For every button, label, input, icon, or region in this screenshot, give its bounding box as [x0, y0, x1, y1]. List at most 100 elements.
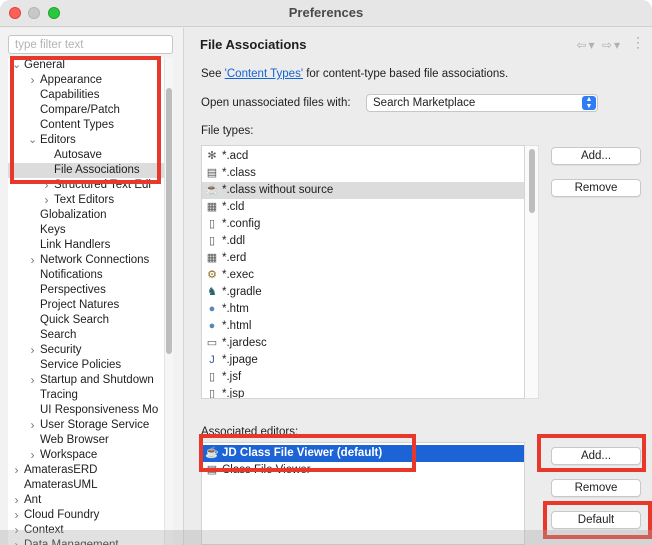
tree-item[interactable]: Perspectives — [8, 283, 164, 298]
tree-item-label: Compare/Patch — [40, 104, 120, 116]
tree-item[interactable]: Link Handlers — [8, 238, 164, 253]
file-types-list: ✻ *.acd ▤ *.class ☕ *.class without source ▦ *.… — [201, 145, 525, 399]
tree-item[interactable]: Search — [8, 328, 164, 343]
tree-item[interactable]: › Startup and Shutdown — [8, 373, 164, 388]
tree-item-label: AmaterasUML — [24, 479, 98, 491]
content-types-link[interactable]: 'Content Types' — [225, 68, 303, 80]
file-type-row[interactable]: ▤ *.class — [202, 165, 524, 182]
tree-item-label: Link Handlers — [40, 239, 111, 251]
file-type-name: *.htm — [222, 303, 249, 315]
content-types-hint: See 'Content Types' for content-type bas… — [201, 68, 508, 80]
tree-item[interactable]: ⌄ Editors — [8, 133, 164, 148]
editor-name: Class File Viewer — [222, 464, 311, 476]
file-type-row[interactable]: ▯ *.config — [202, 216, 524, 233]
file-type-row[interactable]: ▦ *.cld — [202, 199, 524, 216]
tree-item-label: AmaterasERD — [24, 464, 98, 476]
tree-item[interactable]: File Associations — [8, 163, 164, 178]
chevron-right-icon[interactable]: › — [28, 253, 37, 268]
tree-item[interactable]: › Security — [8, 343, 164, 358]
chevron-right-icon[interactable]: › — [28, 73, 37, 88]
file-type-row[interactable]: ▯ *.jsf — [202, 369, 524, 386]
file-type-name: *.cld — [222, 201, 245, 213]
remove-editor-button[interactable]: Remove — [551, 479, 641, 497]
java-page-icon: J — [209, 354, 215, 366]
file-type-name: *.acd — [222, 150, 249, 162]
tree-item[interactable]: Autosave — [8, 148, 164, 163]
text-file-icon: ▯ — [208, 388, 216, 399]
more-options-icon[interactable]: · · · — [636, 31, 640, 53]
file-type-row[interactable]: J *.jpage — [202, 352, 524, 369]
tree-item[interactable]: Compare/Patch — [8, 103, 164, 118]
file-type-row[interactable]: ▯ *.jsp — [202, 386, 524, 399]
tree-item[interactable]: Globalization — [8, 208, 164, 223]
tree-item[interactable]: Keys — [8, 223, 164, 238]
back-forward-icon[interactable]: ⇦▾ ⇨▾ — [577, 38, 623, 52]
file-type-row[interactable]: ▦ *.erd — [202, 250, 524, 267]
tree-item[interactable]: › Text Editors — [8, 193, 164, 208]
file-type-row[interactable]: ✻ *.acd — [202, 148, 524, 165]
tree-item[interactable]: Tracing — [8, 388, 164, 403]
file-types-scrollbar[interactable] — [525, 145, 539, 399]
tree-item[interactable]: › Ant — [8, 493, 164, 508]
tree-item[interactable]: Project Natures — [8, 298, 164, 313]
chevron-right-icon[interactable]: › — [12, 493, 21, 508]
chevron-right-icon[interactable]: › — [42, 178, 51, 193]
tree-item[interactable]: › Cloud Foundry — [8, 508, 164, 523]
elephant-icon: ♞ — [207, 286, 217, 298]
default-editor-button[interactable]: Default — [551, 511, 641, 529]
tree-scrollbar-thumb[interactable] — [166, 88, 172, 354]
file-type-row[interactable]: ● *.html — [202, 318, 524, 335]
file-type-row[interactable]: ⚙ *.exec — [202, 267, 524, 284]
file-type-name: *.jsf — [222, 371, 242, 383]
editor-row[interactable]: ☕ JD Class File Viewer (default) — [202, 445, 524, 462]
tree-item[interactable]: Web Browser — [8, 433, 164, 448]
tree-item[interactable]: Content Types — [8, 118, 164, 133]
tree-item[interactable]: › Network Connections — [8, 253, 164, 268]
add-editor-button[interactable]: Add... — [551, 447, 641, 465]
chevron-down-icon[interactable]: ⌄ — [12, 58, 21, 73]
file-type-row[interactable]: ▯ *.ddl — [202, 233, 524, 250]
tree-item[interactable]: › AmaterasERD — [8, 463, 164, 478]
updown-chevron-icon[interactable]: ▲ ▼ — [582, 96, 596, 110]
editor-row[interactable]: ▤ Class File Viewer — [202, 462, 524, 479]
tree-item[interactable]: AmaterasUML — [8, 478, 164, 493]
tree-item[interactable]: › User Storage Service — [8, 418, 164, 433]
tree-item-label: Security — [40, 344, 82, 356]
tree-item-label: Autosave — [54, 149, 102, 161]
file-type-row[interactable]: ♞ *.gradle — [202, 284, 524, 301]
chevron-right-icon[interactable]: › — [28, 448, 37, 463]
tree-item[interactable]: Capabilities — [8, 88, 164, 103]
remove-file-type-button[interactable]: Remove — [551, 179, 641, 197]
chevron-right-icon[interactable]: › — [12, 508, 21, 523]
chevron-right-icon[interactable]: › — [28, 343, 37, 358]
coffee-cup-icon: ☕ — [205, 184, 219, 196]
chevron-right-icon[interactable]: › — [12, 463, 21, 478]
file-type-row[interactable]: ● *.htm — [202, 301, 524, 318]
tree-item[interactable]: ⌄ General — [8, 58, 164, 73]
tree-item[interactable]: UI Responsiveness Mo — [8, 403, 164, 418]
file-type-name: *.ddl — [222, 235, 246, 247]
file-type-row[interactable]: ▭ *.jardesc — [202, 335, 524, 352]
tree-scrollbar[interactable] — [164, 58, 173, 545]
add-file-type-button[interactable]: Add... — [551, 147, 641, 165]
open-unassociated-select[interactable]: Search Marketplace ▲ ▼ — [366, 94, 598, 112]
filter-input[interactable] — [8, 35, 173, 54]
file-type-row[interactable]: ☕ *.class without source — [202, 182, 524, 199]
tree-item[interactable]: Service Policies — [8, 358, 164, 373]
tree-item-label: UI Responsiveness Mo — [40, 404, 159, 416]
window-edge-shadow — [0, 530, 652, 545]
chevron-right-icon[interactable]: › — [28, 373, 37, 388]
tree-item[interactable]: › Workspace — [8, 448, 164, 463]
file-types-scrollbar-thumb[interactable] — [529, 149, 535, 213]
tree-item[interactable]: Quick Search — [8, 313, 164, 328]
file-type-name: *.gradle — [222, 286, 262, 298]
tree-item[interactable]: › Appearance — [8, 73, 164, 88]
tree-item[interactable]: Notifications — [8, 268, 164, 283]
file-types-label: File types: — [201, 125, 254, 137]
tree-item[interactable]: › Structured Text Edi — [8, 178, 164, 193]
chevron-down-icon[interactable]: ⌄ — [28, 133, 37, 148]
page-title: File Associations — [200, 37, 307, 52]
tree-item-label: Tracing — [40, 389, 78, 401]
chevron-right-icon[interactable]: › — [42, 193, 51, 208]
chevron-right-icon[interactable]: › — [28, 418, 37, 433]
